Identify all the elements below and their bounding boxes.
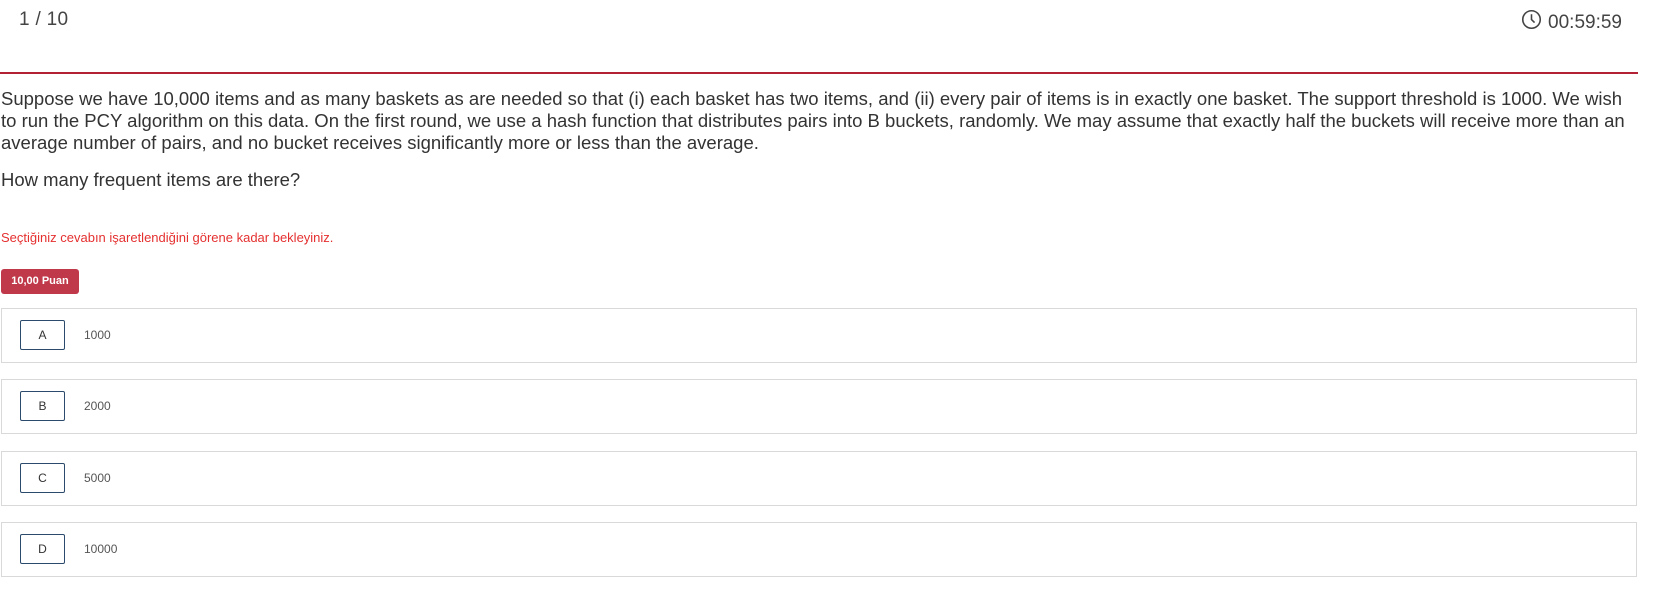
answer-option-d[interactable]: D 10000 [1, 522, 1637, 577]
points-badge: 10,00 Puan [1, 269, 79, 294]
option-value: 2000 [84, 399, 111, 413]
answer-option-c[interactable]: C 5000 [1, 451, 1637, 506]
option-letter: A [20, 320, 65, 350]
option-value: 10000 [84, 542, 118, 556]
question-text: Suppose we have 10,000 items and as many… [1, 88, 1625, 153]
clock-icon [1521, 9, 1548, 36]
option-letter: B [20, 391, 65, 421]
option-letter: D [20, 534, 65, 564]
question-counter: 1 / 10 [19, 9, 69, 30]
wait-warning: Seçtiğiniz cevabın işaretlendiğini gören… [1, 230, 334, 245]
timer-value: 00:59:59 [1548, 11, 1622, 33]
quiz-page: 1 / 10 00:59:59 Suppose we have 10,000 i… [0, 0, 1667, 600]
option-letter: C [20, 463, 65, 493]
countdown-timer: 00:59:59 [1521, 9, 1622, 36]
option-value: 1000 [84, 328, 111, 342]
option-value: 5000 [84, 471, 111, 485]
answer-option-b[interactable]: B 2000 [1, 379, 1637, 434]
answer-option-a[interactable]: A 1000 [1, 308, 1637, 363]
question-prompt: How many frequent items are there? [1, 169, 301, 190]
quiz-header: 1 / 10 00:59:59 [0, 0, 1638, 74]
